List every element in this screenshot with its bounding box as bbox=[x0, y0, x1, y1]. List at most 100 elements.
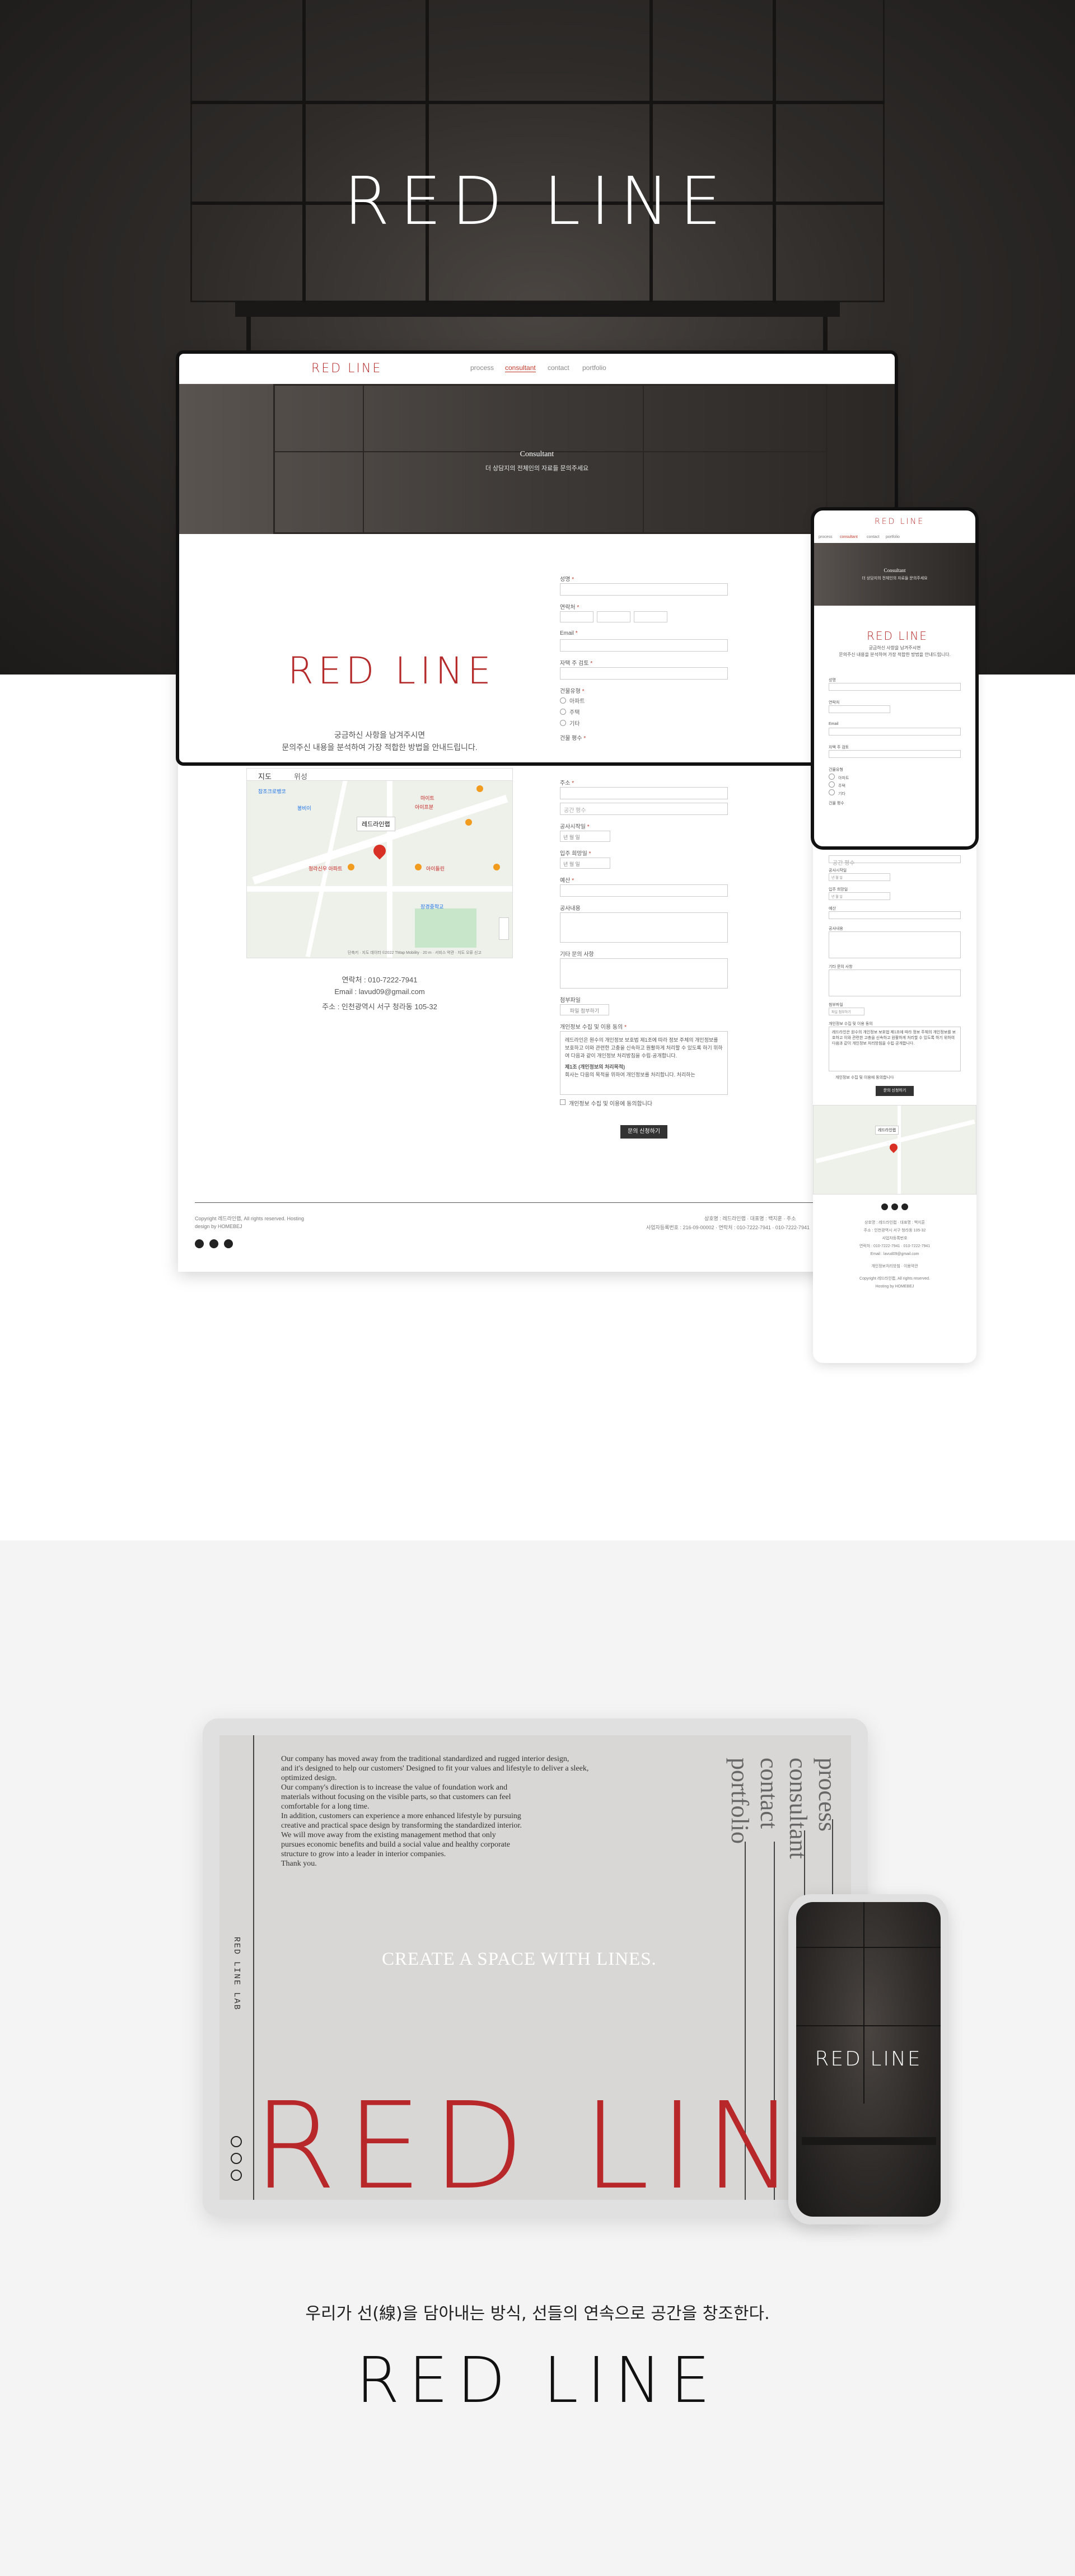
phone-prefix-select[interactable] bbox=[560, 611, 593, 622]
map-marker-label: 레드라인랩 bbox=[357, 817, 395, 831]
location-map[interactable]: 지도 위성 참조크로뱅코 봉비이 마이트 아이프분 아이들린 청라신우 아파트 … bbox=[246, 768, 513, 958]
shelf-divider bbox=[643, 384, 644, 534]
mobile-footer-line[interactable]: 개인정보처리방침 · 이용약관 bbox=[813, 1263, 976, 1271]
company-paragraph: Our company has moved away from the trad… bbox=[281, 1754, 707, 1868]
request-textarea[interactable] bbox=[560, 912, 728, 943]
mobile-banner: Consultant 더 상담지의 전체인의 자료들 문의주세요 bbox=[813, 543, 976, 606]
menu-portfolio[interactable]: portfolio bbox=[726, 1758, 754, 1844]
form-email-label: Email * bbox=[560, 630, 578, 636]
submit-button[interactable]: 문의 신청하기 bbox=[620, 1125, 667, 1139]
attach-file-button[interactable]: 파일 첨부하기 bbox=[560, 1004, 609, 1015]
mobile-intro-2: 문의주신 내용을 분석하여 가장 적합한 방법을 안내드립니다. bbox=[839, 652, 951, 657]
map-tab-satellite[interactable]: 위성 bbox=[294, 771, 307, 781]
phone-middle-input[interactable] bbox=[597, 611, 630, 622]
shelf-divider bbox=[190, 101, 885, 104]
closing-logo: RED LINE bbox=[356, 2344, 719, 2417]
mobile-move-select[interactable]: 년 월 일 bbox=[829, 892, 890, 900]
mobile-type-radio-apartment[interactable]: 아파트 bbox=[829, 774, 849, 781]
privacy-policy-box[interactable]: 레드라인은 원수의 개인정보 보호법 제1조에 따라 정보 주체의 개인정보를 … bbox=[560, 1031, 728, 1095]
contact-phone-value[interactable]: 010-7222-7941 bbox=[368, 976, 417, 984]
map-road bbox=[898, 1106, 901, 1194]
mobile-nav-item-contact[interactable]: contact bbox=[867, 535, 880, 539]
mobile-nav-item-consultant[interactable]: consultant bbox=[840, 535, 858, 539]
mobile-attach-button[interactable]: 파일 첨부하기 bbox=[829, 1008, 864, 1015]
menu-contact[interactable]: contact bbox=[755, 1758, 783, 1829]
mobile-address-input[interactable] bbox=[829, 750, 961, 758]
address-search-input[interactable] bbox=[560, 787, 728, 799]
map-poi[interactable] bbox=[493, 864, 500, 870]
desktop-mockup: RED LINE process consultant contact port… bbox=[178, 353, 896, 1272]
paragraph-line: and it's designed to help our customers'… bbox=[281, 1764, 589, 1773]
mobile-email-label: Email bbox=[829, 722, 839, 726]
map-label: 장경중학교 bbox=[420, 904, 444, 910]
mobile-location-map[interactable]: 레드라인랩 bbox=[813, 1105, 976, 1195]
size-input[interactable]: 공간 평수 bbox=[560, 803, 728, 815]
budget-input[interactable] bbox=[560, 884, 728, 897]
map-poi[interactable] bbox=[348, 864, 354, 870]
table-decoration bbox=[235, 302, 840, 317]
mobile-other-textarea[interactable] bbox=[829, 969, 961, 996]
contact-email-label: Email bbox=[334, 987, 353, 996]
mobile-budget-input[interactable] bbox=[829, 911, 961, 919]
mobile-youtube-icon[interactable] bbox=[891, 1203, 898, 1210]
mobile-name-input[interactable] bbox=[829, 683, 961, 691]
mobile-blog-icon[interactable] bbox=[881, 1203, 888, 1210]
start-date-select[interactable]: 년 월 일 bbox=[560, 831, 610, 842]
mobile-size-input[interactable]: 공간 평수 bbox=[829, 855, 961, 867]
nav-item-consultant[interactable]: consultant bbox=[505, 364, 536, 372]
mobile-request-textarea[interactable] bbox=[829, 931, 961, 958]
mobile-privacy-box[interactable]: 레드라인은 원수의 개인정보 보호법 제1조에 따라 정보 주체의 개인정보를 … bbox=[829, 1027, 961, 1071]
mobile-type-radio-other[interactable]: 기타 bbox=[829, 789, 845, 797]
move-date-select[interactable]: 년 월 일 bbox=[560, 858, 610, 869]
paragraph-line: structure to grow into a leader in inter… bbox=[281, 1850, 446, 1858]
mobile-submit-button[interactable]: 문의 신청하기 bbox=[876, 1086, 914, 1096]
mobile-privacy-label: 개인정보 수집 및 이용 동의 bbox=[829, 1022, 873, 1026]
menu-consultant[interactable]: consultant bbox=[784, 1758, 812, 1859]
paragraph-line: In addition, customers can experience a … bbox=[281, 1812, 521, 1820]
mobile-nav-logo[interactable]: RED LINE bbox=[875, 517, 924, 526]
mobile-phone-input[interactable] bbox=[829, 705, 890, 713]
other-textarea[interactable] bbox=[560, 958, 728, 989]
blog-icon[interactable] bbox=[231, 2136, 242, 2147]
map-park bbox=[415, 908, 476, 948]
map-poi[interactable] bbox=[465, 819, 472, 826]
phone-screen: RED LINE bbox=[796, 1902, 941, 2217]
map-poi[interactable] bbox=[415, 864, 422, 870]
nav-item-contact[interactable]: contact bbox=[548, 364, 569, 372]
map-tab-map[interactable]: 지도 bbox=[258, 771, 272, 781]
type-radio-apartment[interactable]: 아파트 bbox=[560, 696, 585, 705]
mobile-footer-line: 연락처 : 010-7222-7941 · 010-7222-7941 bbox=[859, 1244, 931, 1248]
youtube-icon[interactable] bbox=[209, 1239, 218, 1248]
address-input[interactable] bbox=[560, 667, 728, 680]
phone-logo: RED LINE bbox=[815, 2048, 922, 2071]
mobile-start-select[interactable]: 년 월 일 bbox=[829, 873, 890, 881]
phone-last-input[interactable] bbox=[634, 611, 667, 622]
mobile-map-marker-label: 레드라인랩 bbox=[875, 1126, 899, 1135]
mobile-email-input[interactable] bbox=[829, 728, 961, 736]
nav-logo[interactable]: RED LINE bbox=[311, 362, 382, 376]
menu-process[interactable]: process bbox=[813, 1758, 842, 1832]
nav-item-portfolio[interactable]: portfolio bbox=[582, 364, 606, 372]
youtube-icon[interactable] bbox=[231, 2170, 242, 2181]
map-zoom-control[interactable] bbox=[499, 917, 509, 940]
type-radio-other[interactable]: 기타 bbox=[560, 719, 579, 727]
instagram-icon[interactable] bbox=[224, 1239, 233, 1248]
mobile-instagram-icon[interactable] bbox=[901, 1203, 908, 1210]
instagram-icon[interactable] bbox=[231, 2153, 242, 2164]
form-attach-label: 첨부파일 bbox=[560, 997, 581, 1004]
mobile-nav-item-process[interactable]: process bbox=[819, 535, 833, 539]
nav-item-process[interactable]: process bbox=[470, 364, 494, 372]
email-input[interactable] bbox=[560, 639, 728, 652]
name-input[interactable] bbox=[560, 583, 728, 596]
blog-icon[interactable] bbox=[195, 1239, 204, 1248]
mobile-nav-item-portfolio[interactable]: portfolio bbox=[886, 535, 900, 539]
map-poi[interactable] bbox=[476, 785, 483, 792]
mobile-type-radio-house[interactable]: 주택 bbox=[829, 781, 845, 789]
type-radio-house[interactable]: 주택 bbox=[560, 708, 579, 716]
contact-email-value[interactable]: lavud09@gmail.com bbox=[359, 987, 425, 996]
mobile-consultant-logo: RED LINE bbox=[867, 629, 928, 643]
contact-phone: 연락처 : 010-7222-7941 bbox=[342, 976, 418, 984]
agree-checkbox[interactable] bbox=[560, 1099, 565, 1105]
banner-title: Consultant bbox=[520, 450, 554, 458]
shelf-divider bbox=[426, 0, 429, 302]
